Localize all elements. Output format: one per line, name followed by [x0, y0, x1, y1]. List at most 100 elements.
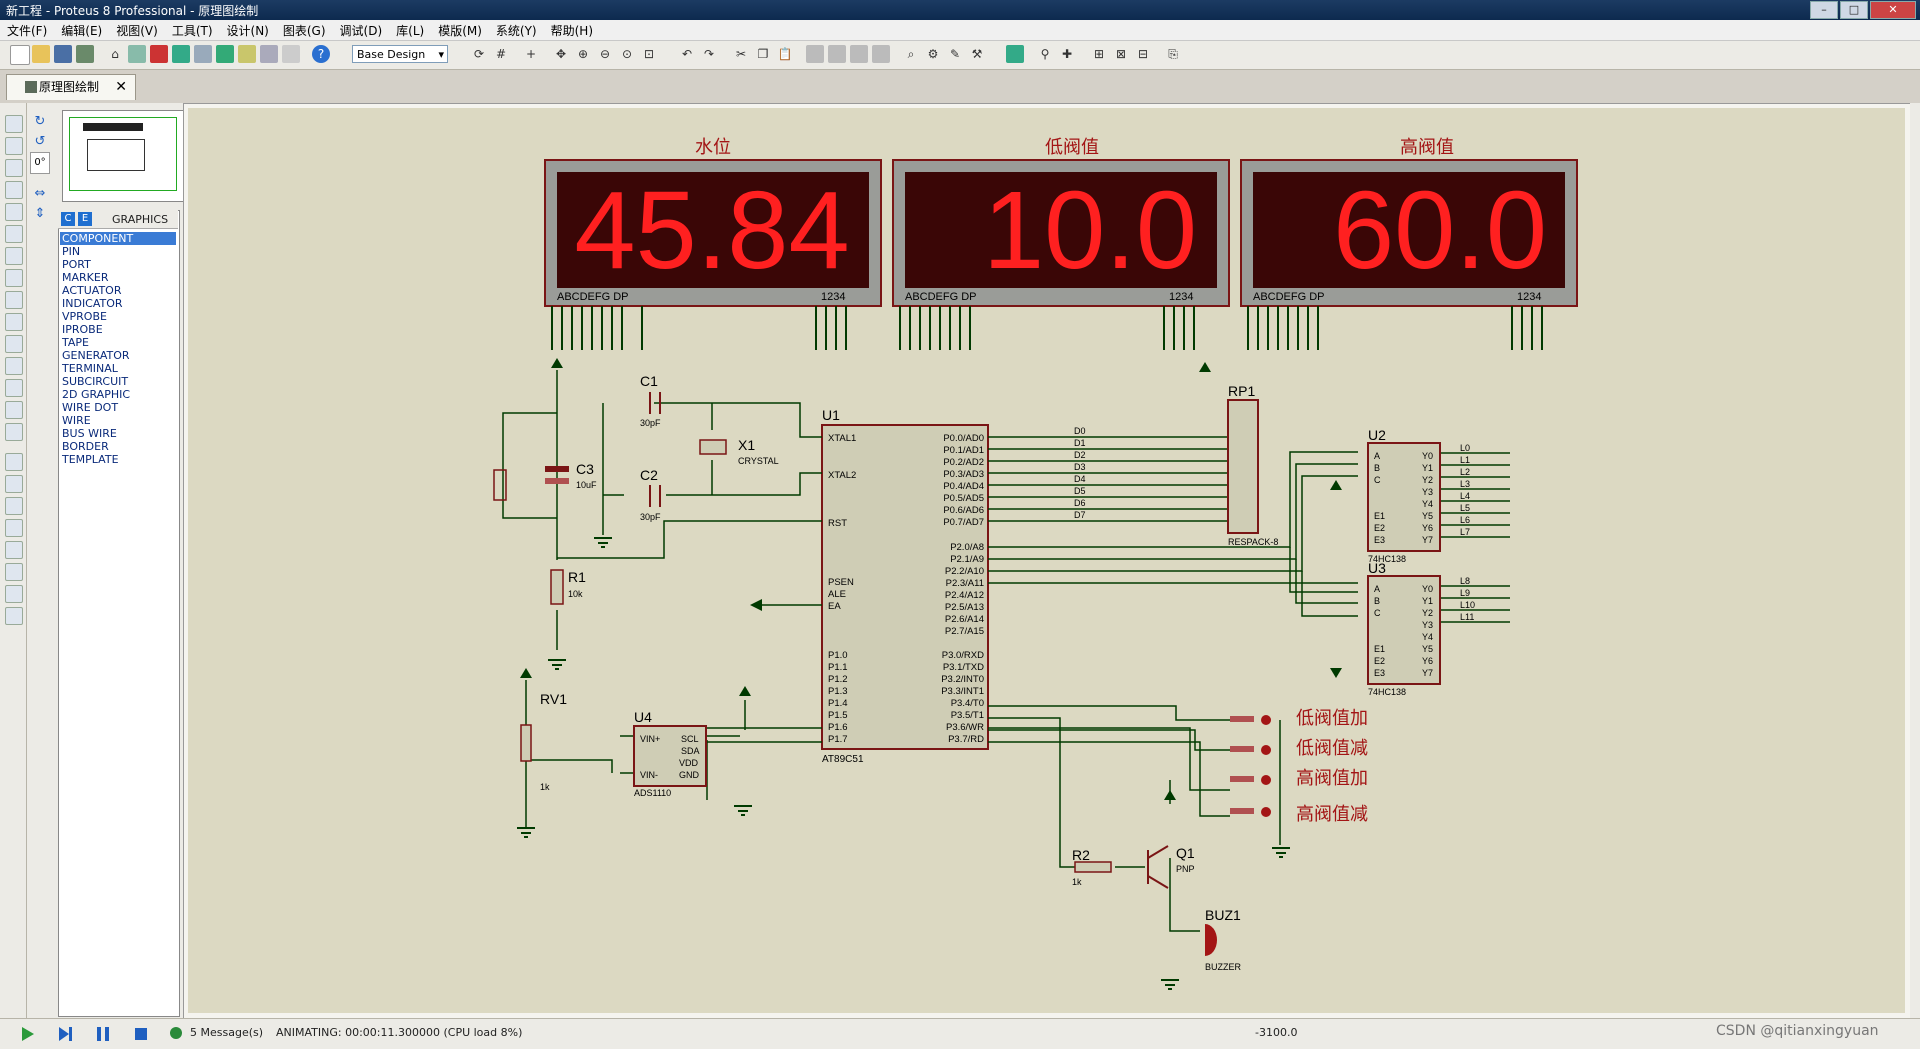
- svg-text:A: A: [1374, 451, 1380, 461]
- svg-text:L8: L8: [1460, 576, 1470, 586]
- svg-text:Y7: Y7: [1422, 535, 1433, 545]
- svg-text:D6: D6: [1074, 498, 1086, 508]
- svg-text:E3: E3: [1374, 535, 1385, 545]
- svg-text:A: A: [1374, 584, 1380, 594]
- x1-crystal[interactable]: [699, 439, 727, 455]
- rp1-part: RESPACK-8: [1228, 537, 1278, 547]
- svg-text:L9: L9: [1460, 588, 1470, 598]
- u1-ref: U1: [822, 407, 840, 423]
- u1-pin-label: P0.2/AD2: [943, 457, 984, 468]
- svg-text:Y5: Y5: [1422, 644, 1433, 654]
- svg-text:L11: L11: [1460, 612, 1474, 622]
- u1-pin-label: P1.7: [828, 734, 848, 745]
- u1-pin-label: P0.1/AD1: [943, 445, 984, 456]
- u1-part: AT89C51: [822, 754, 864, 765]
- u1-pin-label: RST: [828, 518, 847, 529]
- c3-value: 10uF: [576, 480, 597, 490]
- svg-text:VDD: VDD: [679, 758, 699, 768]
- svg-text:GND: GND: [679, 770, 700, 780]
- r1-resistor[interactable]: [550, 569, 564, 605]
- schematic-canvas[interactable]: 水位 45.84 ABCDEFG DP 1234 低阀值 10.0 ABCDEF…: [0, 0, 1920, 1048]
- rp1-resistor-pack[interactable]: [1227, 399, 1259, 534]
- svg-text:Y6: Y6: [1422, 656, 1433, 666]
- svg-text:SCL: SCL: [681, 734, 699, 744]
- u1-pin-label: P1.2: [828, 674, 848, 685]
- r2-resistor[interactable]: [1074, 861, 1112, 873]
- u3-ref: U3: [1368, 560, 1386, 576]
- u1-pin-label: P3.1/TXD: [943, 662, 984, 673]
- display-value: 45.84: [574, 169, 849, 292]
- u1-pin-label: P1.3: [828, 686, 848, 697]
- x1-value: CRYSTAL: [738, 456, 779, 466]
- svg-text:D1: D1: [1074, 438, 1086, 448]
- svg-text:L4: L4: [1460, 491, 1470, 501]
- display-title: 水位: [695, 137, 731, 157]
- rv1-potentiometer[interactable]: [520, 724, 532, 762]
- u1-pin-label: P2.2/A10: [945, 566, 984, 577]
- svg-text:L2: L2: [1460, 467, 1470, 477]
- stop-icon[interactable]: [132, 1025, 150, 1043]
- svg-text:C: C: [1374, 608, 1381, 618]
- r2-ref: R2: [1072, 847, 1090, 863]
- svg-text:L3: L3: [1460, 479, 1470, 489]
- svg-text:Y3: Y3: [1422, 620, 1433, 630]
- svg-text:Y1: Y1: [1422, 596, 1433, 606]
- u1-pin-label: P3.2/INT0: [941, 674, 984, 685]
- u1-pin-label: P2.7/A15: [945, 626, 984, 637]
- display-water-level: 水位 45.84 ABCDEFG DP 1234: [544, 137, 882, 307]
- svg-text:B: B: [1374, 596, 1380, 606]
- svg-text:L10: L10: [1460, 600, 1475, 610]
- svg-text:Y0: Y0: [1422, 584, 1433, 594]
- rv1-value: 1k: [540, 782, 550, 792]
- play-icon[interactable]: [18, 1025, 36, 1043]
- status-bar: 5 Message(s) ANIMATING: 00:00:11.300000 …: [0, 1018, 1920, 1049]
- svg-text:Y6: Y6: [1422, 523, 1433, 533]
- u1-pin-label: P0.7/AD7: [943, 517, 984, 528]
- display-value: 60.0: [1333, 169, 1547, 292]
- svg-text:L1: L1: [1460, 455, 1470, 465]
- u1-pin-label: P1.1: [828, 662, 848, 673]
- q1-part: PNP: [1176, 864, 1195, 874]
- r1-ref: R1: [568, 569, 586, 585]
- svg-text:Y2: Y2: [1422, 475, 1433, 485]
- svg-text:L7: L7: [1460, 527, 1470, 537]
- u1-pin-label: PSEN: [828, 577, 854, 588]
- svg-text:E3: E3: [1374, 668, 1385, 678]
- display-segment-label: ABCDEFG DP: [1253, 291, 1325, 303]
- u1-pin-label: P2.0/A8: [950, 542, 984, 553]
- svg-text:E2: E2: [1374, 523, 1385, 533]
- u1-pin-label: XTAL1: [828, 433, 856, 444]
- step-icon[interactable]: [56, 1025, 74, 1043]
- u1-microcontroller[interactable]: U1 AT89C51 XTAL1 XTAL2 RST PSEN ALE EA P…: [821, 407, 989, 765]
- u2-ref: U2: [1368, 427, 1386, 443]
- pause-icon[interactable]: [94, 1025, 112, 1043]
- c1-ref: C1: [640, 373, 658, 389]
- svg-text:D3: D3: [1074, 462, 1086, 472]
- display-digit-label: 1234: [1169, 291, 1193, 303]
- c3-ref: C3: [576, 461, 594, 477]
- display-title: 高阀值: [1400, 137, 1454, 157]
- svg-text:C: C: [1374, 475, 1381, 485]
- svg-text:VIN-: VIN-: [640, 770, 658, 780]
- u1-pin-label: P1.6: [828, 722, 848, 733]
- svg-text:低阀值加: 低阀值加: [1296, 708, 1368, 728]
- messages-count[interactable]: 5 Message(s): [190, 1026, 263, 1039]
- u1-pin-label: P1.0: [828, 650, 848, 661]
- u1-pin-label: P2.6/A14: [945, 614, 984, 625]
- x1-ref: X1: [738, 437, 755, 453]
- c2-ref: C2: [640, 467, 658, 483]
- svg-text:VIN+: VIN+: [640, 734, 660, 744]
- u1-pin-label: P2.3/A11: [946, 578, 984, 589]
- u1-pin-label: P0.6/AD6: [943, 505, 984, 516]
- svg-text:D7: D7: [1074, 510, 1086, 520]
- svg-text:D5: D5: [1074, 486, 1086, 496]
- svg-text:D4: D4: [1074, 474, 1086, 484]
- svg-text:Y0: Y0: [1422, 451, 1433, 461]
- svg-text:高阀值加: 高阀值加: [1296, 768, 1368, 788]
- svg-text:E1: E1: [1374, 644, 1385, 654]
- svg-text:L5: L5: [1460, 503, 1470, 513]
- c2-value: 30pF: [640, 512, 661, 522]
- svg-text:高阀值减: 高阀值减: [1296, 804, 1368, 824]
- u1-pin-label: P3.7/RD: [948, 734, 984, 745]
- svg-text:B: B: [1374, 463, 1380, 473]
